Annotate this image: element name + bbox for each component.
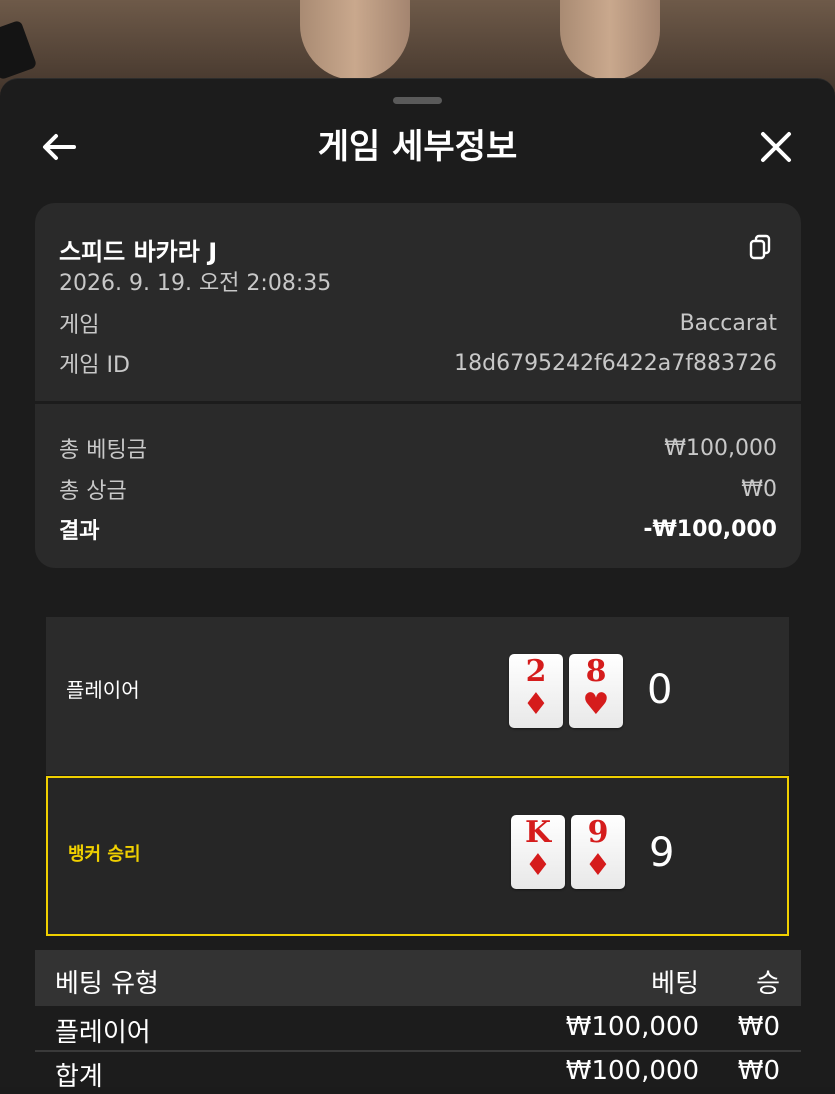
game-name: 스피드 바카라 J [59,238,218,266]
table-total-row: 합계 ₩100,000 ₩0 [35,1052,801,1094]
close-button[interactable] [750,121,802,173]
game-type-value: Baccarat [679,310,777,336]
bet-type-cell: 플레이어 [55,1018,151,1048]
banker-hand: 뱅커 승리 K ♦ 9 ♦ 9 [46,776,789,936]
game-type-label: 게임 [59,313,100,338]
game-type-row: 게임 Baccarat [59,307,777,339]
game-id-row: 게임 ID 18d6795242f6422a7f883726 [59,347,777,379]
total-bet-label: 총 베팅금 [59,438,147,463]
banker-score: 9 [649,830,675,876]
diamond-suit-icon: ♦ [522,687,550,722]
player-cards: 2 ♦ 8 ♥ [509,654,623,728]
bet-amount-header: 베팅 [651,969,699,999]
player-score: 0 [647,667,673,713]
playing-card: K ♦ [511,815,565,889]
bets-table-header: 베팅 유형 베팅 승 [35,950,801,1006]
banker-cards: K ♦ 9 ♦ [511,815,625,889]
close-icon [761,132,791,162]
playing-card: 2 ♦ [509,654,563,728]
total-win-label: 총 상금 [59,479,127,504]
page-title: 게임 세부정보 [317,127,518,167]
total-win-row: 총 상금 ₩0 [59,473,777,505]
game-details-sheet: 게임 세부정보 스피드 바카라 J 2026. 9. 19. 오전 2:08:3… [0,78,835,1092]
card-rank: K [524,815,552,850]
result-label: 결과 [59,519,100,544]
banker-hand-label: 뱅커 승리 [68,844,141,865]
game-datetime: 2026. 9. 19. 오전 2:08:35 [59,271,332,296]
card-rank: 9 [587,815,609,850]
drag-handle[interactable] [393,97,442,104]
playing-card: 8 ♥ [569,654,623,728]
bet-type-cell: 합계 [55,1062,103,1092]
card-rank: 2 [525,654,547,689]
total-bet-row: 총 베팅금 ₩100,000 [59,432,777,464]
bet-amount-cell: ₩100,000 [565,1012,699,1042]
total-bet-value: ₩100,000 [664,435,777,461]
bet-win-cell: ₩0 [737,1012,780,1042]
player-hand-label: 플레이어 [66,678,140,702]
game-info-card: 스피드 바카라 J 2026. 9. 19. 오전 2:08:35 게임 Bac… [35,203,801,401]
summary-card: 총 베팅금 ₩100,000 총 상금 ₩0 결과 -₩100,000 [35,404,801,568]
game-id-value: 18d6795242f6422a7f883726 [454,350,777,376]
diamond-suit-icon: ♦ [584,848,612,883]
bet-amount-cell: ₩100,000 [565,1056,699,1086]
game-id-label: 게임 ID [59,353,130,378]
result-value: -₩100,000 [643,516,777,542]
copy-icon [749,234,771,260]
diamond-suit-icon: ♦ [524,848,552,883]
result-row: 결과 -₩100,000 [59,513,777,545]
bet-win-header: 승 [756,969,780,999]
bet-type-header: 베팅 유형 [55,969,159,999]
card-rank: 8 [585,654,607,689]
player-hand: 플레이어 2 ♦ 8 ♥ 0 [46,617,789,775]
table-row: 플레이어 ₩100,000 ₩0 [35,1008,801,1052]
dealer-arm [300,0,410,80]
copy-button[interactable] [747,233,775,261]
heart-suit-icon: ♥ [582,687,610,722]
bet-win-cell: ₩0 [737,1056,780,1086]
total-win-value: ₩0 [741,476,777,502]
playing-card: 9 ♦ [571,815,625,889]
table-object [0,19,38,81]
dealer-arm [560,0,660,80]
